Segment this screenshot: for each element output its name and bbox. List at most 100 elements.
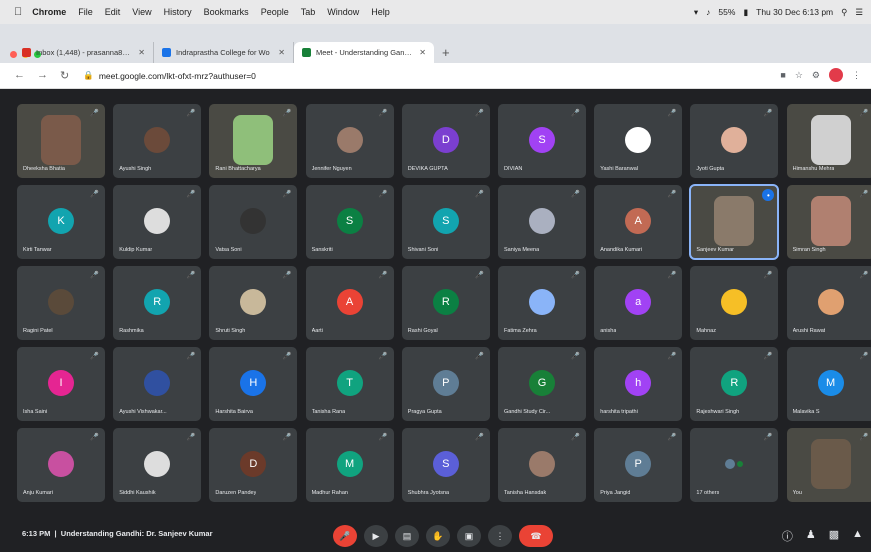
participant-tile[interactable]: Jyoti Gupta 🎤 xyxy=(690,104,779,178)
browser-tab[interactable]: Inbox (1,448) - prasanna8@g ✕ xyxy=(14,42,154,63)
close-tab-icon[interactable]: ✕ xyxy=(419,48,426,57)
participant-tile[interactable]: S Shivani Soni 🎤 xyxy=(401,185,490,259)
participant-tile[interactable]: I Isha Saini 🎤 xyxy=(17,347,105,421)
forward-icon[interactable]: → xyxy=(37,69,48,82)
participant-tile[interactable]: A Anandika Kumari 🎤 xyxy=(594,185,683,259)
reload-icon[interactable]: ↻ xyxy=(60,69,69,82)
present-button[interactable]: ▣ xyxy=(457,525,481,547)
activities-icon[interactable]: ▲ xyxy=(852,528,863,544)
volume-icon[interactable]: ♪ xyxy=(706,7,710,17)
participant-tile[interactable]: T Tanisha Rana 🎤 xyxy=(305,347,394,421)
menu-view[interactable]: View xyxy=(132,7,151,17)
menu-help[interactable]: Help xyxy=(371,7,390,17)
camera-button[interactable]: ▶ xyxy=(364,525,388,547)
participant-tile[interactable]: S DIVIAN 🎤 xyxy=(498,104,586,178)
end-call-button[interactable]: ☎ xyxy=(519,525,553,547)
captions-button[interactable]: ▤ xyxy=(395,525,419,547)
participant-tile[interactable]: Simran Singh 🎤 xyxy=(786,185,871,259)
mic-off-button[interactable]: 🎤 xyxy=(333,525,357,547)
participant-tile[interactable]: Rani Bhattacharya 🎤 xyxy=(209,104,298,178)
participant-tile[interactable]: Anju Kumari 🎤 xyxy=(17,428,105,502)
participant-tile[interactable]: S Shubhra Jyotsna 🎤 xyxy=(401,428,490,502)
menu-tab[interactable]: Tab xyxy=(301,7,316,17)
participant-tile[interactable]: Mahnaz 🎤 xyxy=(690,266,779,340)
close-tab-icon[interactable]: ✕ xyxy=(278,48,285,57)
control-center-icon[interactable]: ☰ xyxy=(855,7,863,18)
participant-tile[interactable]: Jennifer Nguyen 🎤 xyxy=(305,104,394,178)
participant-avatar xyxy=(336,127,363,153)
participant-tile[interactable]: Saniya Meena 🎤 xyxy=(498,185,586,259)
participant-tile[interactable]: Yashi Baranwal 🎤 xyxy=(594,104,683,178)
pin-icon[interactable]: • xyxy=(762,189,775,201)
battery-icon[interactable]: ▮ xyxy=(743,7,748,18)
mic-muted-icon: 🎤 xyxy=(282,353,292,360)
participant-tile[interactable]: R Rashmika 🎤 xyxy=(113,266,202,340)
close-tab-icon[interactable]: ✕ xyxy=(138,48,145,57)
participant-name: Anandika Kumari xyxy=(600,247,643,253)
participant-tile[interactable]: Ayushi Singh 🎤 xyxy=(113,104,202,178)
profile-avatar[interactable] xyxy=(829,68,843,82)
participant-tile[interactable]: S Sanskriti 🎤 xyxy=(305,185,394,259)
participant-tile[interactable]: H Harshita Bairva 🎤 xyxy=(209,347,298,421)
menu-window[interactable]: Window xyxy=(327,7,359,17)
participant-tile[interactable]: Shruti Singh 🎤 xyxy=(209,266,298,340)
menu-edit[interactable]: Edit xyxy=(105,7,121,17)
participant-tile[interactable]: R Rashi Goyal 🎤 xyxy=(401,266,490,340)
participant-tile[interactable]: Siddhi Kaushik 🎤 xyxy=(113,428,202,502)
participant-tile[interactable]: D Daruzen Pandey 🎤 xyxy=(209,428,298,502)
back-icon[interactable]: ← xyxy=(14,69,25,82)
extensions-icon[interactable]: ⚙ xyxy=(812,70,820,81)
participant-name: Arushi Rawat xyxy=(792,328,826,334)
participant-tile[interactable]: P Priya Jangid 🎤 xyxy=(594,428,683,502)
participant-tile[interactable]: h harshita tripathi 🎤 xyxy=(594,347,683,421)
participant-tile[interactable]: Kuldip Kumar 🎤 xyxy=(113,185,202,259)
browser-tab[interactable]: Meet - Understanding Gandhi ✕ xyxy=(294,42,434,63)
wifi-icon[interactable]: ▾ xyxy=(694,7,698,18)
participant-name: DIVIAN xyxy=(504,166,523,172)
apple-icon[interactable]:  xyxy=(14,6,22,18)
participant-tile[interactable]: R Rajeshwari Singh 🎤 xyxy=(690,347,779,421)
people-icon[interactable]: ♟ xyxy=(806,528,816,544)
participant-tile[interactable]: D DEVIKA GUPTA 🎤 xyxy=(401,104,490,178)
participant-name: DEVIKA GUPTA xyxy=(407,166,448,172)
menu-chrome[interactable]: Chrome xyxy=(32,7,66,17)
meeting-details-icon[interactable]: ⓘ xyxy=(782,528,793,544)
menu-bookmarks[interactable]: Bookmarks xyxy=(204,7,249,17)
mic-muted-icon: 🎤 xyxy=(90,191,99,198)
participant-tile[interactable]: Himanshu Mehra 🎤 xyxy=(786,104,871,178)
more-options-button[interactable]: ⋮ xyxy=(488,525,512,547)
menu-people[interactable]: People xyxy=(261,7,289,17)
spotlight-icon[interactable]: ⚲ xyxy=(841,7,847,18)
participant-tile[interactable]: Fatima Zehra 🎤 xyxy=(498,266,586,340)
participant-tile[interactable]: Dheeksha Bhatia 🎤 xyxy=(17,104,105,178)
participant-tile[interactable]: Ragini Patel 🎤 xyxy=(17,266,105,340)
menu-dots-icon[interactable]: ⋮ xyxy=(852,70,861,81)
browser-tab[interactable]: Indraprastha College for Wo ✕ xyxy=(154,42,294,63)
camera-in-use-icon[interactable]: ■ xyxy=(780,70,785,80)
participant-avatar: R xyxy=(144,289,171,315)
participant-tile[interactable]: M Madhur Rahan 🎤 xyxy=(305,428,394,502)
raise-hand-button[interactable]: ✋ xyxy=(426,525,450,547)
participant-tile[interactable]: Arushi Rawat 🎤 xyxy=(786,266,871,340)
bookmark-star-icon[interactable]: ☆ xyxy=(795,70,803,81)
participant-tile[interactable]: A Aarti 🎤 xyxy=(305,266,394,340)
participant-tile[interactable]: Vatsa Soni 🎤 xyxy=(209,185,298,259)
participant-tile[interactable]: G Gandhi Study Cir... 🎤 xyxy=(498,347,586,421)
participant-tile[interactable]: Ayushi Vishwakar... 🎤 xyxy=(113,347,202,421)
participant-tile[interactable]: Sanjeev Kumar • xyxy=(689,184,780,260)
participant-avatar xyxy=(625,127,652,153)
participant-tile[interactable]: K Kirti Tanwar 🎤 xyxy=(17,185,105,259)
menu-file[interactable]: File xyxy=(78,7,93,17)
new-tab-button[interactable]: + xyxy=(442,45,450,60)
participant-tile[interactable]: 17 others 🎤 xyxy=(690,428,779,502)
participant-tile[interactable]: a anisha 🎤 xyxy=(594,266,683,340)
participant-tile[interactable]: P Pragya Gupta 🎤 xyxy=(401,347,490,421)
participant-tile[interactable]: Tanisha Hansdak 🎤 xyxy=(498,428,586,502)
lock-icon[interactable]: 🔒 xyxy=(83,70,94,81)
chat-icon[interactable]: ▩ xyxy=(829,528,839,544)
clock[interactable]: Thu 30 Dec 6:13 pm xyxy=(756,7,833,17)
participant-tile[interactable]: M Malavika S 🎤 xyxy=(786,347,871,421)
address-bar[interactable]: 🔒 meet.google.com/lkt-ofxt-mrz?authuser=… xyxy=(83,70,256,81)
participant-tile[interactable]: You 🎤 xyxy=(786,428,871,502)
menu-history[interactable]: History xyxy=(164,7,192,17)
